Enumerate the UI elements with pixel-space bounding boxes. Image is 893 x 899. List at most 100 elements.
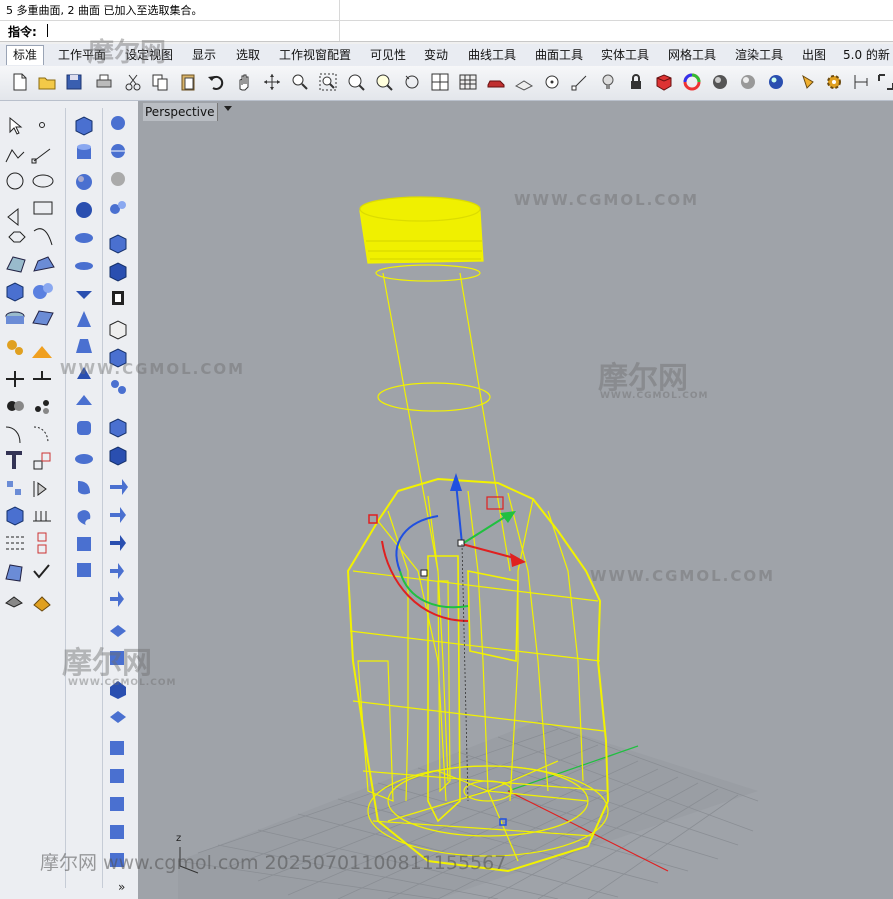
- boolean-diff-icon[interactable]: [35, 400, 49, 414]
- solid-cylinder-icon[interactable]: [77, 144, 91, 159]
- viewport-menu-arrow-icon[interactable]: [224, 106, 232, 111]
- osnap-icon[interactable]: [542, 72, 562, 92]
- open-file-icon[interactable]: [37, 72, 57, 92]
- solid-slab-icon[interactable]: [77, 537, 91, 551]
- light-bulb-icon[interactable]: [598, 72, 618, 92]
- dimension-icon[interactable]: [852, 72, 872, 92]
- rendered-sphere-icon[interactable]: [738, 72, 758, 92]
- extrude-curve-icon[interactable]: [109, 262, 127, 282]
- tool-palette-icon[interactable]: [800, 72, 820, 92]
- solid-cone-icon[interactable]: [76, 291, 92, 299]
- shaded-sphere-icon[interactable]: [710, 72, 730, 92]
- solid-rotate-icon[interactable]: [110, 507, 126, 523]
- solid-network-icon[interactable]: [110, 769, 124, 783]
- extrude-surface-icon[interactable]: [109, 234, 127, 254]
- solid-extract-icon[interactable]: [110, 591, 124, 607]
- tab-visibility[interactable]: 可见性: [370, 46, 406, 65]
- solid-history-icon[interactable]: [110, 625, 126, 637]
- solid-pipe-icon[interactable]: [77, 510, 91, 525]
- points-icon[interactable]: [570, 72, 590, 92]
- undo-view-icon[interactable]: [402, 72, 422, 92]
- perspective-viewport[interactable]: z Perspective WWW.CGMOL.COM 摩尔网 WWW.CGMO…: [138, 101, 893, 899]
- zoom-icon[interactable]: [290, 72, 310, 92]
- surface-edge-icon[interactable]: [33, 256, 55, 272]
- box-icon[interactable]: [6, 282, 24, 302]
- solid-move-face-icon[interactable]: [110, 535, 126, 551]
- surface-patch-icon[interactable]: [32, 310, 54, 326]
- ellipse-icon[interactable]: [32, 174, 54, 188]
- solid-arrow-icon[interactable]: [110, 479, 128, 495]
- tab-layout[interactable]: 出图: [802, 46, 826, 65]
- offset-curve-icon[interactable]: [33, 426, 49, 444]
- scale-icon[interactable]: [33, 452, 51, 470]
- new-file-icon[interactable]: [10, 72, 30, 92]
- car-icon[interactable]: [486, 72, 506, 92]
- surface-corners-icon[interactable]: [6, 256, 26, 273]
- zoom-window-icon[interactable]: [318, 72, 338, 92]
- grid-icon[interactable]: [458, 72, 478, 92]
- gear-cluster-icon[interactable]: [7, 340, 23, 355]
- tab-surface-tools[interactable]: 曲面工具: [535, 46, 583, 65]
- color-wheel-icon[interactable]: [682, 72, 702, 92]
- solid-wedge-icon[interactable]: [76, 395, 92, 405]
- curve-icon[interactable]: [33, 228, 53, 246]
- more-tools-button[interactable]: »: [118, 880, 125, 894]
- solid-ellipsoid-icon[interactable]: [76, 202, 92, 218]
- render-icon[interactable]: [5, 596, 23, 608]
- extrude-icon[interactable]: [33, 511, 51, 522]
- extrude-taper-icon[interactable]: [112, 291, 124, 305]
- tab-render-tools[interactable]: 渲染工具: [735, 46, 783, 65]
- solid-sphere-icon[interactable]: [76, 174, 92, 190]
- sphere-diameter-icon[interactable]: [111, 172, 125, 186]
- solid-truncated-cone-icon[interactable]: [76, 339, 92, 353]
- trim-icon[interactable]: [6, 371, 24, 387]
- solid-split-icon[interactable]: [110, 563, 124, 579]
- tab-mesh-tools[interactable]: 网格工具: [668, 46, 716, 65]
- solid-box-tool-icon[interactable]: [75, 116, 93, 136]
- boolean-union-icon[interactable]: [7, 401, 24, 411]
- check-icon[interactable]: [33, 564, 50, 579]
- rotate-view-icon[interactable]: [262, 72, 282, 92]
- more-tools-icon[interactable]: [876, 72, 893, 92]
- save-icon[interactable]: [64, 72, 84, 92]
- tab-display[interactable]: 显示: [192, 46, 216, 65]
- options-gear-icon[interactable]: [824, 72, 844, 92]
- solid-revolve-icon[interactable]: [78, 481, 90, 495]
- fillet-curve-icon[interactable]: [5, 426, 21, 444]
- rectangle-icon[interactable]: [33, 201, 53, 215]
- render-sphere-icon[interactable]: [766, 72, 786, 92]
- array-grid-icon[interactable]: [6, 536, 24, 550]
- four-views-icon[interactable]: [430, 72, 450, 92]
- tab-transform[interactable]: 变动: [424, 46, 448, 65]
- paint-bucket-icon[interactable]: [33, 596, 51, 612]
- copy-icon[interactable]: [150, 72, 170, 92]
- zoom-extents-icon[interactable]: [346, 72, 366, 92]
- tab-standard[interactable]: 标准: [6, 45, 45, 65]
- sphere-center-icon[interactable]: [111, 144, 125, 158]
- solid-disc-icon[interactable]: [75, 454, 93, 464]
- explode-icon[interactable]: [32, 346, 52, 358]
- sphere-3pt-icon[interactable]: [110, 201, 126, 214]
- split-icon[interactable]: [33, 371, 51, 380]
- solid-torus-icon[interactable]: [75, 233, 93, 243]
- point-icon[interactable]: [39, 122, 45, 128]
- undo-icon[interactable]: [206, 72, 226, 92]
- tab-select[interactable]: 选取: [236, 46, 260, 65]
- cylinder-icon[interactable]: [5, 311, 25, 324]
- material-icon[interactable]: [654, 72, 674, 92]
- solid-box-icon[interactable]: [6, 506, 24, 526]
- solid-blend-icon[interactable]: [110, 797, 124, 811]
- cut-icon[interactable]: [123, 72, 143, 92]
- print-icon[interactable]: [94, 72, 114, 92]
- solid-loft-icon[interactable]: [110, 711, 126, 723]
- circle-icon[interactable]: [6, 172, 24, 190]
- arc-icon[interactable]: [7, 207, 19, 227]
- tab-viewport-layout[interactable]: 工作视窗配置: [279, 46, 351, 65]
- select-arrow-icon[interactable]: [9, 116, 23, 135]
- solid-paraboloid-icon[interactable]: [75, 262, 93, 270]
- polyline-icon[interactable]: [5, 149, 25, 163]
- cap-holes-icon[interactable]: [109, 320, 127, 340]
- tab-whats-new[interactable]: 5.0 的新: [843, 46, 890, 65]
- sphere-group-icon[interactable]: [33, 283, 53, 299]
- lock-icon[interactable]: [626, 72, 646, 92]
